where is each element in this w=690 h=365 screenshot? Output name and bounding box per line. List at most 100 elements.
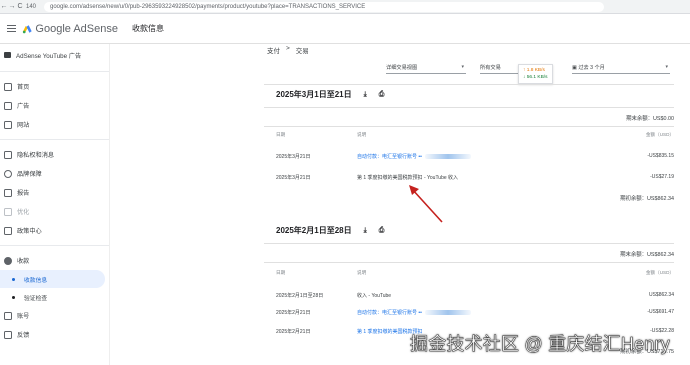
sidebar-item-feedback[interactable]: 反馈 xyxy=(0,325,109,344)
transactions-panel: 支付 > 交易 详细交易视图▾ 所有交易▾ ▣ 过去 3 个月▾ ↑ 1.8 K… xyxy=(264,44,674,365)
sidebar-item-label: 首页 xyxy=(17,84,30,91)
optimize-icon xyxy=(4,207,12,216)
row-description-link[interactable]: 自动付款：电汇至银行账号 •• xyxy=(357,153,471,160)
adsense-logo[interactable]: Google AdSense xyxy=(22,23,118,35)
row-amount: -US$691.47 xyxy=(647,309,674,315)
sidebar-item-sites[interactable]: 网站 xyxy=(0,115,109,134)
column-header-amount: 金额（USD） xyxy=(645,132,674,137)
sidebar-item-label: 隐私权和消息 xyxy=(17,152,55,159)
divider xyxy=(264,243,674,244)
sidebar-item-label: 账号 xyxy=(17,313,30,320)
sidebar-item-label: 品牌保障 xyxy=(17,171,42,178)
row-amount: -US$27.19 xyxy=(650,174,674,180)
redacted-account xyxy=(424,310,471,316)
browser-toolbar: ← → C 140 google.com/adsense/new/u/0/pub… xyxy=(0,0,690,14)
home-icon xyxy=(4,82,12,91)
row-date: 2025年3月21日 xyxy=(276,175,311,181)
adsense-logo-icon xyxy=(22,24,32,33)
sidebar-subitem-payment-info[interactable]: 收款信息 xyxy=(0,270,105,288)
row-date: 2025年3月21日 xyxy=(276,154,311,160)
divider xyxy=(264,126,674,127)
column-header-amount: 金额（USD） xyxy=(645,270,674,275)
divider xyxy=(0,245,109,246)
address-bar[interactable]: google.com/adsense/new/u/0/pub-296359322… xyxy=(44,1,604,12)
date-range-select[interactable]: ▣ 过去 3 个月 ▾ xyxy=(572,64,670,74)
sidebar-item-optimize[interactable]: 优化 xyxy=(0,202,109,221)
bullet-icon xyxy=(12,277,15,281)
sidebar-item-privacy[interactable]: 隐私权和消息 xyxy=(0,145,109,164)
policy-icon xyxy=(4,226,12,235)
row-date: 2025年2月21日 xyxy=(276,329,311,335)
sidebar-item-policy[interactable]: 政策中心 xyxy=(0,221,109,240)
dropdown-caret-icon: ▾ xyxy=(665,64,668,70)
column-header-date: 日期 xyxy=(276,270,286,275)
app-header: Google AdSense 收款信息 xyxy=(0,14,690,44)
account-switcher[interactable]: AdSense YouTube 广告 xyxy=(0,44,109,66)
print-icon[interactable]: ⎙ xyxy=(379,227,385,235)
view-select[interactable]: 详细交易视图 ▾ xyxy=(386,64,466,74)
print-icon[interactable]: ⎙ xyxy=(379,91,385,99)
sidebar-subitem-label: 收款信息 xyxy=(24,277,48,284)
row-date: 2025年2月21日 xyxy=(276,310,311,316)
divider xyxy=(264,84,674,85)
divider xyxy=(264,107,674,108)
download-icon[interactable]: ⤓ xyxy=(364,91,367,99)
breadcrumb-separator: > xyxy=(286,45,290,52)
account-name: AdSense YouTube 广告 xyxy=(16,52,82,60)
sidebar-item-home[interactable]: 首页 xyxy=(0,77,109,96)
sidebar-item-label: 广告 xyxy=(17,103,30,110)
download-speed: ↓ 56.1 KB/s xyxy=(523,75,548,80)
logo-adsense: AdSense xyxy=(73,22,118,35)
row-description-link[interactable]: 自动付款：电汇至银行账号 •• xyxy=(357,309,471,316)
sidebar-item-ads[interactable]: 广告 xyxy=(0,96,109,115)
sidebar: AdSense YouTube 广告 首页 广告 网站 隐私权和消息 品牌保障 … xyxy=(0,44,110,365)
logo-google: Google xyxy=(35,22,71,35)
divider xyxy=(0,71,109,72)
download-icon[interactable]: ⤓ xyxy=(364,227,367,235)
row-description: 自动付款：电汇至银行账号 •• xyxy=(357,154,422,160)
period-section-february: 2025年2月1日至28日 ⤓ ⎙ xyxy=(276,225,384,236)
period-title: 2025年3月1日至21日 xyxy=(276,90,352,99)
watermark: 掘金技术社区 @ 重庆结汇Henry xyxy=(410,334,670,354)
page-title: 收款信息 xyxy=(132,24,164,33)
row-description: 收入 - YouTube xyxy=(357,293,392,299)
privacy-icon xyxy=(4,150,12,159)
column-header-description: 说明 xyxy=(357,270,367,275)
payments-icon xyxy=(4,256,12,265)
column-header-description: 说明 xyxy=(357,132,367,137)
reload-icon[interactable]: C xyxy=(16,3,24,10)
dropdown-caret-icon: ▾ xyxy=(461,64,464,70)
redacted-account xyxy=(424,154,471,160)
period-start-balance: 期初余额：US$862.34 xyxy=(620,196,674,202)
sites-icon xyxy=(4,120,12,129)
back-icon[interactable]: ← xyxy=(0,3,8,10)
period-end-balance: 期末余额：US$862.34 xyxy=(620,252,674,258)
sidebar-item-account[interactable]: 账号 xyxy=(0,306,109,325)
breadcrumb-payments-link[interactable]: 支付 xyxy=(267,45,280,55)
column-header-date: 日期 xyxy=(276,132,286,137)
menu-icon[interactable] xyxy=(0,24,22,34)
row-description: 自动付款：电汇至银行账号 •• xyxy=(357,310,422,316)
bullet-icon xyxy=(12,295,15,299)
sidebar-subitem-verification[interactable]: 验证检查 xyxy=(0,288,109,306)
account-icon xyxy=(4,311,12,320)
network-speed-overlay: ↑ 1.8 KB/s ↓ 56.1 KB/s xyxy=(518,64,553,84)
youtube-account-icon xyxy=(4,52,11,58)
divider xyxy=(264,262,674,263)
type-select-value: 所有交易 xyxy=(480,65,501,71)
sidebar-item-reports[interactable]: 报告 xyxy=(0,183,109,202)
breadcrumb-current: 交易 xyxy=(295,48,309,55)
upload-speed: ↑ 1.8 KB/s xyxy=(523,68,545,73)
date-range-value: 过去 3 个月 xyxy=(578,65,605,71)
forward-icon[interactable]: → xyxy=(8,3,16,10)
sidebar-item-label: 报告 xyxy=(17,190,30,197)
period-end-balance: 期末余额：US$0.00 xyxy=(626,116,674,122)
sidebar-item-payments[interactable]: 收款 xyxy=(0,251,109,270)
sidebar-item-label: 政策中心 xyxy=(17,228,42,235)
sidebar-item-label: 优化 xyxy=(17,209,30,216)
sidebar-item-label: 收款 xyxy=(17,258,30,265)
annotation-arrow-icon xyxy=(409,185,443,223)
sidebar-item-brand-safety[interactable]: 品牌保障 xyxy=(0,164,109,183)
breadcrumb: 支付 > 交易 xyxy=(267,45,309,55)
tab-count: 140 xyxy=(25,3,36,10)
